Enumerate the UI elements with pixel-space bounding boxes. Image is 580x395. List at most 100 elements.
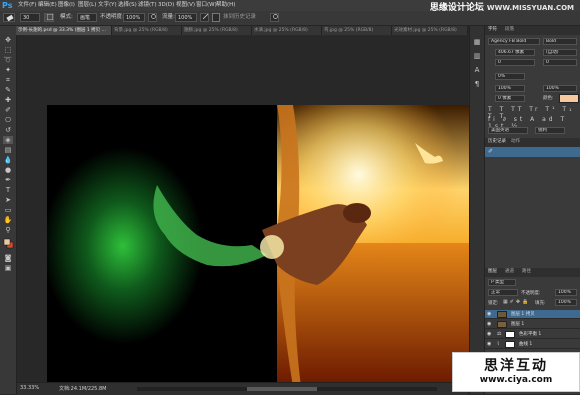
zoom-level[interactable]: 33.33% (20, 385, 39, 391)
layer-row[interactable]: ◉ ⌇ 曲线 1 (485, 340, 580, 349)
language-select[interactable]: 美国英语 (488, 127, 528, 134)
tab-character[interactable]: 字符 (488, 26, 497, 34)
opacity-field[interactable]: 100% (123, 13, 145, 22)
document-canvas[interactable] (47, 105, 481, 387)
move-tool-icon[interactable]: ✥ (3, 36, 13, 44)
menu-image[interactable]: 图像(I) (58, 0, 75, 11)
menu-filter[interactable]: 滤镜(T) (138, 0, 157, 11)
tool-preset-picker[interactable] (3, 13, 15, 22)
color-swatches[interactable] (3, 238, 14, 250)
menu-3d[interactable]: 3D(D) (158, 0, 174, 11)
history-state-selected[interactable]: ✐ (485, 147, 580, 157)
tsume-field[interactable]: 0% (495, 73, 525, 80)
layer-row[interactable]: ◉ ⚖ 色彩平衡 1 (485, 330, 580, 339)
canvas-area[interactable] (17, 36, 481, 387)
horizontal-scale-field[interactable]: 100% (543, 85, 577, 92)
tab-document[interactable]: 鸟.jpg @ 25% (RGB/8) (322, 26, 392, 35)
properties-panel-icon[interactable]: ▥ (472, 52, 482, 60)
tab-document[interactable]: 光效素材.jpg @ 25% (RGB/8) (392, 26, 468, 35)
tablet-pressure-toggle[interactable] (270, 13, 279, 22)
tab-document[interactable]: 水滴.jpg @ 25% (RGB/8) (252, 26, 322, 35)
zoom-tool-icon[interactable]: ⚲ (3, 226, 13, 234)
eye-icon[interactable]: ◉ (487, 312, 492, 317)
leading-field[interactable]: (自动) (543, 49, 577, 56)
healing-brush-tool-icon[interactable]: ✚ (3, 96, 13, 104)
scrollbar-thumb[interactable] (247, 387, 317, 391)
history-list[interactable] (485, 157, 580, 267)
tracking-field[interactable]: 0 (543, 59, 577, 66)
eyedropper-tool-icon[interactable]: ✎ (3, 86, 13, 94)
tab-paragraph[interactable]: 段落 (505, 26, 514, 34)
history-brush-tool-icon[interactable]: ↺ (3, 126, 13, 134)
brush-size-picker[interactable]: 30 (20, 13, 40, 22)
lock-buttons[interactable]: ▦✐✥🔒 (503, 299, 530, 305)
pen-tool-icon[interactable]: ✒ (3, 176, 13, 184)
menu-help[interactable]: 帮助(H) (216, 0, 235, 11)
eye-icon[interactable]: ◉ (487, 322, 492, 327)
eye-icon[interactable]: ◉ (487, 342, 492, 347)
tab-layers[interactable]: 图层 (488, 268, 497, 276)
document-size[interactable]: 文档:24.1M/225.8M (59, 385, 106, 392)
menu-edit[interactable]: 编辑(E) (38, 0, 57, 11)
menu-view[interactable]: 视图(V) (176, 0, 195, 11)
dodge-tool-icon[interactable]: ● (3, 166, 13, 174)
eraser-tool-icon[interactable]: ◈ (3, 136, 13, 144)
opacity-label: 不透明度: (100, 14, 124, 20)
tab-channels[interactable]: 通道 (505, 268, 514, 276)
tab-document-active[interactable]: 示例-长翅的.psd @ 33.3% (图层 1 拷贝 ... (16, 26, 112, 35)
menu-window[interactable]: 窗口(W) (196, 0, 217, 11)
eye-icon[interactable]: ◉ (487, 332, 492, 337)
brush-tool-icon[interactable]: ✐ (3, 106, 13, 114)
mode-select[interactable]: 画笔 (77, 13, 97, 22)
shape-tool-icon[interactable]: ▭ (3, 206, 13, 214)
text-color-swatch[interactable] (559, 94, 579, 103)
layer-row[interactable]: ◉ 图层 1 (485, 320, 580, 329)
type-style-buttons[interactable]: T T TT Tr T¹ T₁ T T (488, 106, 576, 120)
opentype-buttons[interactable]: fi ∂ st A ad T 1st ½ (488, 116, 576, 130)
gradient-tool-icon[interactable]: ▤ (3, 146, 13, 154)
character-panel-icon[interactable]: A (472, 66, 482, 74)
path-selection-tool-icon[interactable]: ➤ (3, 196, 13, 204)
curves-layer-icon: ⌇ (497, 341, 500, 347)
blend-mode-select[interactable]: 正常 (488, 289, 518, 296)
tab-history[interactable]: 历史记录 (488, 138, 506, 146)
menu-layer[interactable]: 图层(L) (78, 0, 96, 11)
blur-tool-icon[interactable]: 💧 (3, 156, 13, 164)
baseline-shift-field[interactable]: 0 像素 (495, 95, 525, 102)
menu-select[interactable]: 选择(S) (118, 0, 137, 11)
quick-mask-icon[interactable]: ◙ (3, 254, 13, 262)
clone-stamp-tool-icon[interactable]: ⎔ (3, 116, 13, 124)
menu-file[interactable]: 文件(F) (18, 0, 36, 11)
layer-kind-filter[interactable]: P 类型 (488, 279, 516, 286)
crop-tool-icon[interactable]: ⌗ (3, 76, 13, 84)
magic-wand-tool-icon[interactable]: ✦ (3, 66, 13, 74)
opacity-pressure-toggle[interactable] (148, 13, 157, 22)
marquee-tool-icon[interactable]: ⬚ (3, 46, 13, 54)
lock-label: 锁定: (488, 301, 499, 306)
type-tool-icon[interactable]: T (3, 186, 13, 194)
paragraph-panel-icon[interactable]: ¶ (472, 80, 482, 88)
tab-actions[interactable]: 动作 (511, 138, 520, 146)
lasso-tool-icon[interactable]: ➰ (3, 56, 13, 64)
menu-type[interactable]: 文字(Y) (98, 0, 117, 11)
kerning-field[interactable]: 0 (495, 59, 535, 66)
layer-row[interactable]: ◉ 图层 1 拷贝 (485, 310, 580, 319)
horizontal-scrollbar[interactable] (137, 387, 437, 391)
history-panel-icon[interactable]: ▦ (472, 38, 482, 46)
tab-document[interactable]: 翅膀.jpg @ 25% (RGB/8) (182, 26, 252, 35)
vertical-scale-field[interactable]: 100% (495, 85, 525, 92)
layer-opacity-field[interactable]: 100% (555, 289, 577, 296)
font-family-select[interactable]: Agency FB Bold (488, 38, 540, 45)
antialias-select[interactable]: 锐利 (535, 127, 565, 134)
font-size-field[interactable]: 406.67 像素 (495, 49, 535, 56)
hand-tool-icon[interactable]: ✋ (3, 216, 13, 224)
tab-document[interactable]: 背景.jpg @ 25% (RGB/8) (112, 26, 182, 35)
font-style-select[interactable]: Bold (543, 38, 577, 45)
flow-field[interactable]: 100% (175, 13, 197, 22)
fill-field[interactable]: 100% (555, 299, 577, 306)
tab-paths[interactable]: 路径 (522, 268, 531, 276)
screen-mode-icon[interactable]: ▣ (3, 264, 13, 272)
brush-panel-toggle[interactable] (44, 13, 54, 22)
airbrush-toggle[interactable] (200, 13, 209, 22)
erase-history-checkbox[interactable] (212, 13, 220, 22)
